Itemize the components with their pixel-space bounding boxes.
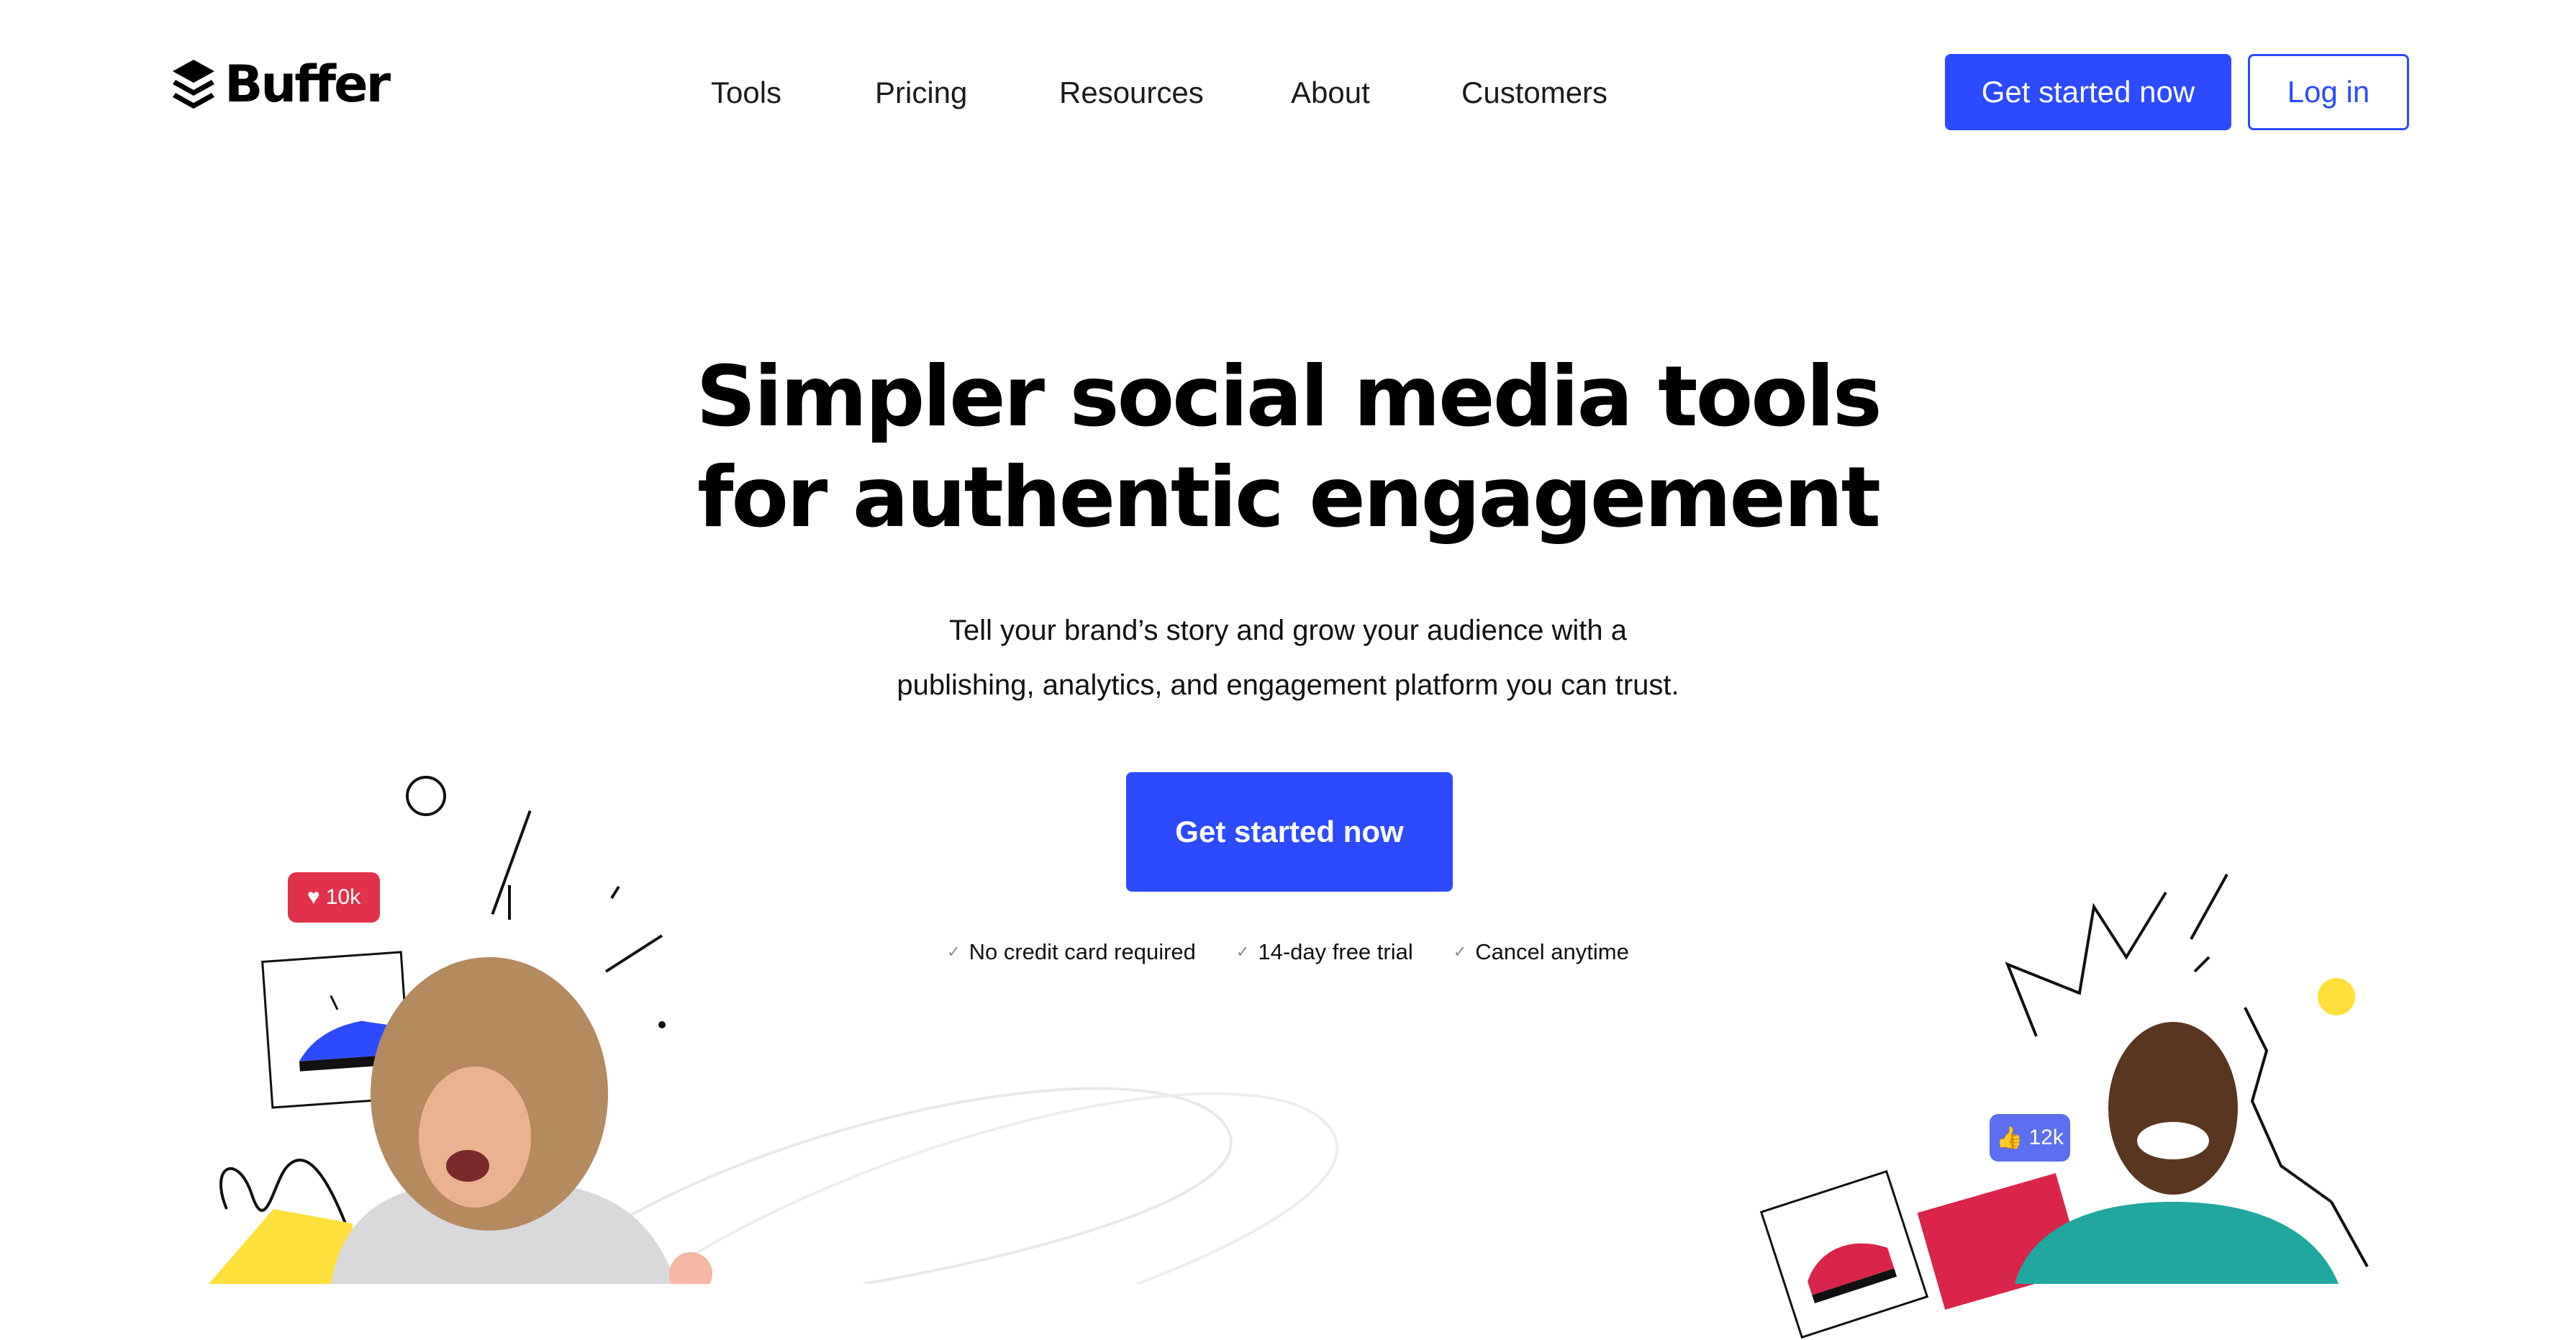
nav-item-about[interactable]: About — [1291, 69, 1370, 117]
woman-illustration — [331, 957, 712, 1284]
hero-subtitle-line-2: publishing, analytics, and engagement pl… — [897, 669, 1679, 701]
stacked-layers-icon — [173, 60, 214, 109]
hero-title-line-1: Simpler social media tools — [696, 348, 1882, 445]
perk-item: ✓ 14-day free trial — [1236, 939, 1413, 965]
perk-item: ✓ No credit card required — [947, 939, 1196, 965]
nav-item-customers[interactable]: Customers — [1461, 69, 1607, 117]
likes-badge: ♥ 10k — [288, 872, 380, 923]
login-button[interactable]: Log in — [2248, 54, 2409, 130]
sneaker-icon — [1808, 1243, 1897, 1303]
check-icon: ✓ — [947, 943, 961, 961]
likes-count: 10k — [325, 885, 361, 909]
heart-icon: ♥ — [307, 885, 320, 909]
perk-label: 14-day free trial — [1258, 939, 1413, 964]
shoe-photo-card-right — [1759, 1169, 1929, 1339]
nav-item-resources[interactable]: Resources — [1059, 69, 1204, 117]
hero-subtitle-line-1: Tell your brand’s story and grow your au… — [949, 615, 1627, 646]
perk-item: ✓ Cancel anytime — [1453, 939, 1629, 965]
hero-title: Simpler social media tools for authentic… — [0, 347, 2576, 548]
hero-title-line-2: for authentic engagement — [697, 449, 1881, 546]
perk-label: No credit card required — [969, 939, 1196, 964]
nav-item-pricing[interactable]: Pricing — [875, 69, 967, 117]
nav-item-tools[interactable]: Tools — [711, 69, 781, 117]
perk-label: Cancel anytime — [1475, 939, 1629, 964]
man-illustration — [2015, 1022, 2339, 1284]
header-get-started-button[interactable]: Get started now — [1945, 54, 2231, 130]
check-icon: ✓ — [1235, 943, 1250, 961]
hero-get-started-button[interactable]: Get started now — [1126, 772, 1453, 892]
check-icon: ✓ — [1453, 943, 1467, 961]
brand-name: Buffer — [225, 55, 391, 114]
hero-subtitle: Tell your brand’s story and grow your au… — [0, 603, 2576, 712]
buffer-logo[interactable]: Buffer — [171, 55, 391, 114]
